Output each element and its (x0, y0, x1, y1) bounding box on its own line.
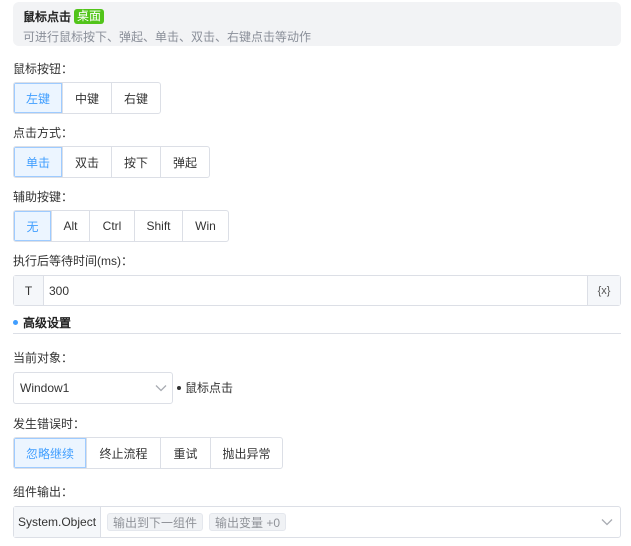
click-mode-single[interactable]: 单击 (14, 147, 63, 177)
chevron-down-icon[interactable] (594, 518, 620, 526)
modifier-key-group: 无 Alt Ctrl Shift Win (13, 210, 229, 242)
chevron-down-icon (150, 384, 172, 392)
on-error-group: 忽略继续 终止流程 重试 抛出异常 (13, 437, 283, 469)
section-dot-icon (13, 320, 18, 325)
target-note: 鼠标点击 (177, 379, 233, 396)
output-to-next-chip[interactable]: 输出到下一组件 (107, 513, 204, 531)
click-mode-group: 单击 双击 按下 弹起 (13, 146, 210, 178)
click-mode-press[interactable]: 按下 (112, 147, 161, 177)
text-type-prefix: T (14, 276, 44, 305)
current-target-select[interactable]: Window1 (13, 372, 173, 404)
advanced-section-title: 高级设置 (23, 316, 72, 330)
click-mode-release[interactable]: 弹起 (161, 147, 209, 177)
wait-time-label: 执行后等待时间(ms)： (13, 254, 133, 268)
bullet-icon (177, 385, 181, 390)
component-header: 鼠标点击 桌面 可进行鼠标按下、弹起、单击、双击、右键点击等动作 (13, 2, 621, 46)
wait-time-input[interactable] (44, 276, 587, 305)
modifier-key-label: 辅助按键： (13, 190, 74, 204)
mouse-button-left[interactable]: 左键 (14, 83, 63, 113)
modifier-key-win[interactable]: Win (183, 211, 228, 241)
on-error-retry[interactable]: 重试 (161, 438, 211, 468)
advanced-section-header[interactable]: 高级设置 (13, 312, 621, 334)
click-mode-double[interactable]: 双击 (63, 147, 112, 177)
desktop-tag: 桌面 (74, 9, 105, 24)
component-output-label: 组件输出： (13, 485, 74, 499)
mouse-button-label: 鼠标按钮： (13, 62, 74, 76)
modifier-key-alt[interactable]: Alt (52, 211, 90, 241)
output-variable-chip[interactable]: 输出变量 +0 (209, 513, 287, 531)
on-error-label: 发生错误时： (13, 417, 86, 431)
modifier-key-none[interactable]: 无 (14, 211, 52, 241)
component-title: 鼠标点击 (23, 10, 72, 24)
wait-time-field: T {x} (13, 275, 621, 306)
component-output-select[interactable]: System.Object 输出到下一组件 输出变量 +0 (13, 506, 621, 538)
on-error-stop[interactable]: 终止流程 (87, 438, 161, 468)
modifier-key-ctrl[interactable]: Ctrl (90, 211, 135, 241)
modifier-key-shift[interactable]: Shift (135, 211, 183, 241)
target-note-text: 鼠标点击 (185, 381, 234, 395)
mouse-button-group: 左键 中键 右键 (13, 82, 161, 114)
output-type: System.Object (14, 507, 102, 537)
mouse-button-middle[interactable]: 中键 (63, 83, 112, 113)
current-target-label: 当前对象： (13, 351, 74, 365)
click-mode-label: 点击方式： (13, 126, 74, 140)
current-target-value: Window1 (20, 381, 70, 395)
component-description: 可进行鼠标按下、弹起、单击、双击、右键点击等动作 (23, 30, 312, 44)
on-error-ignore[interactable]: 忽略继续 (14, 438, 87, 468)
mouse-button-right[interactable]: 右键 (112, 83, 160, 113)
on-error-throw[interactable]: 抛出异常 (211, 438, 282, 468)
variable-button[interactable]: {x} (587, 276, 620, 305)
